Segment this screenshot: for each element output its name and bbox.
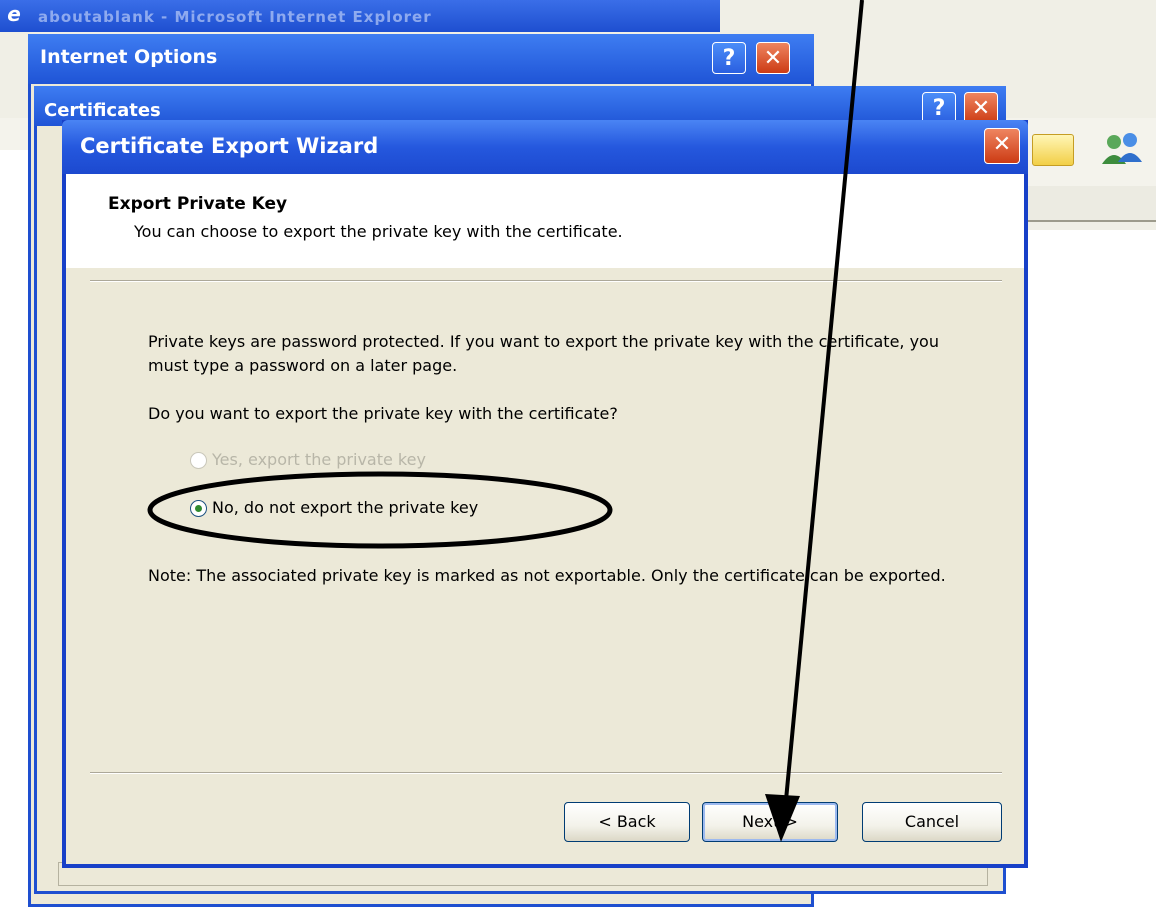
certificates-title: Certificates (44, 100, 161, 121)
radio-no-export[interactable] (190, 500, 207, 517)
internet-options-close-button[interactable]: ✕ (756, 42, 790, 74)
folder-icon[interactable] (1032, 134, 1074, 166)
export-wizard-title: Certificate Export Wizard (80, 134, 379, 158)
radio-yes-label[interactable]: Yes, export the private key (212, 450, 426, 469)
radio-no-label[interactable]: No, do not export the private key (212, 498, 478, 517)
wizard-step-title: Export Private Key (108, 194, 288, 214)
next-button[interactable]: Next > (702, 802, 838, 842)
ie-logo-icon: e (7, 2, 21, 26)
internet-options-help-button[interactable]: ? (712, 42, 746, 74)
messenger-icon[interactable] (1098, 130, 1146, 170)
footer-divider (90, 772, 1002, 774)
radio-yes-export[interactable] (190, 452, 207, 469)
cancel-button[interactable]: Cancel (862, 802, 1002, 842)
wizard-body-text: Private keys are password protected. If … (148, 332, 939, 375)
wizard-close-button[interactable]: ✕ (984, 128, 1020, 164)
wizard-note: Note: The associated private key is mark… (148, 566, 946, 585)
wizard-step-subtitle: You can choose to export the private key… (134, 222, 623, 241)
wizard-question: Do you want to export the private key wi… (148, 404, 618, 423)
browser-title: aboutablank - Microsoft Internet Explore… (38, 8, 432, 26)
browser-content-strip (0, 150, 30, 894)
internet-options-title: Internet Options (40, 46, 218, 68)
wizard-header-panel (66, 174, 1024, 268)
header-divider (90, 280, 1002, 282)
back-button[interactable]: < Back (564, 802, 690, 842)
